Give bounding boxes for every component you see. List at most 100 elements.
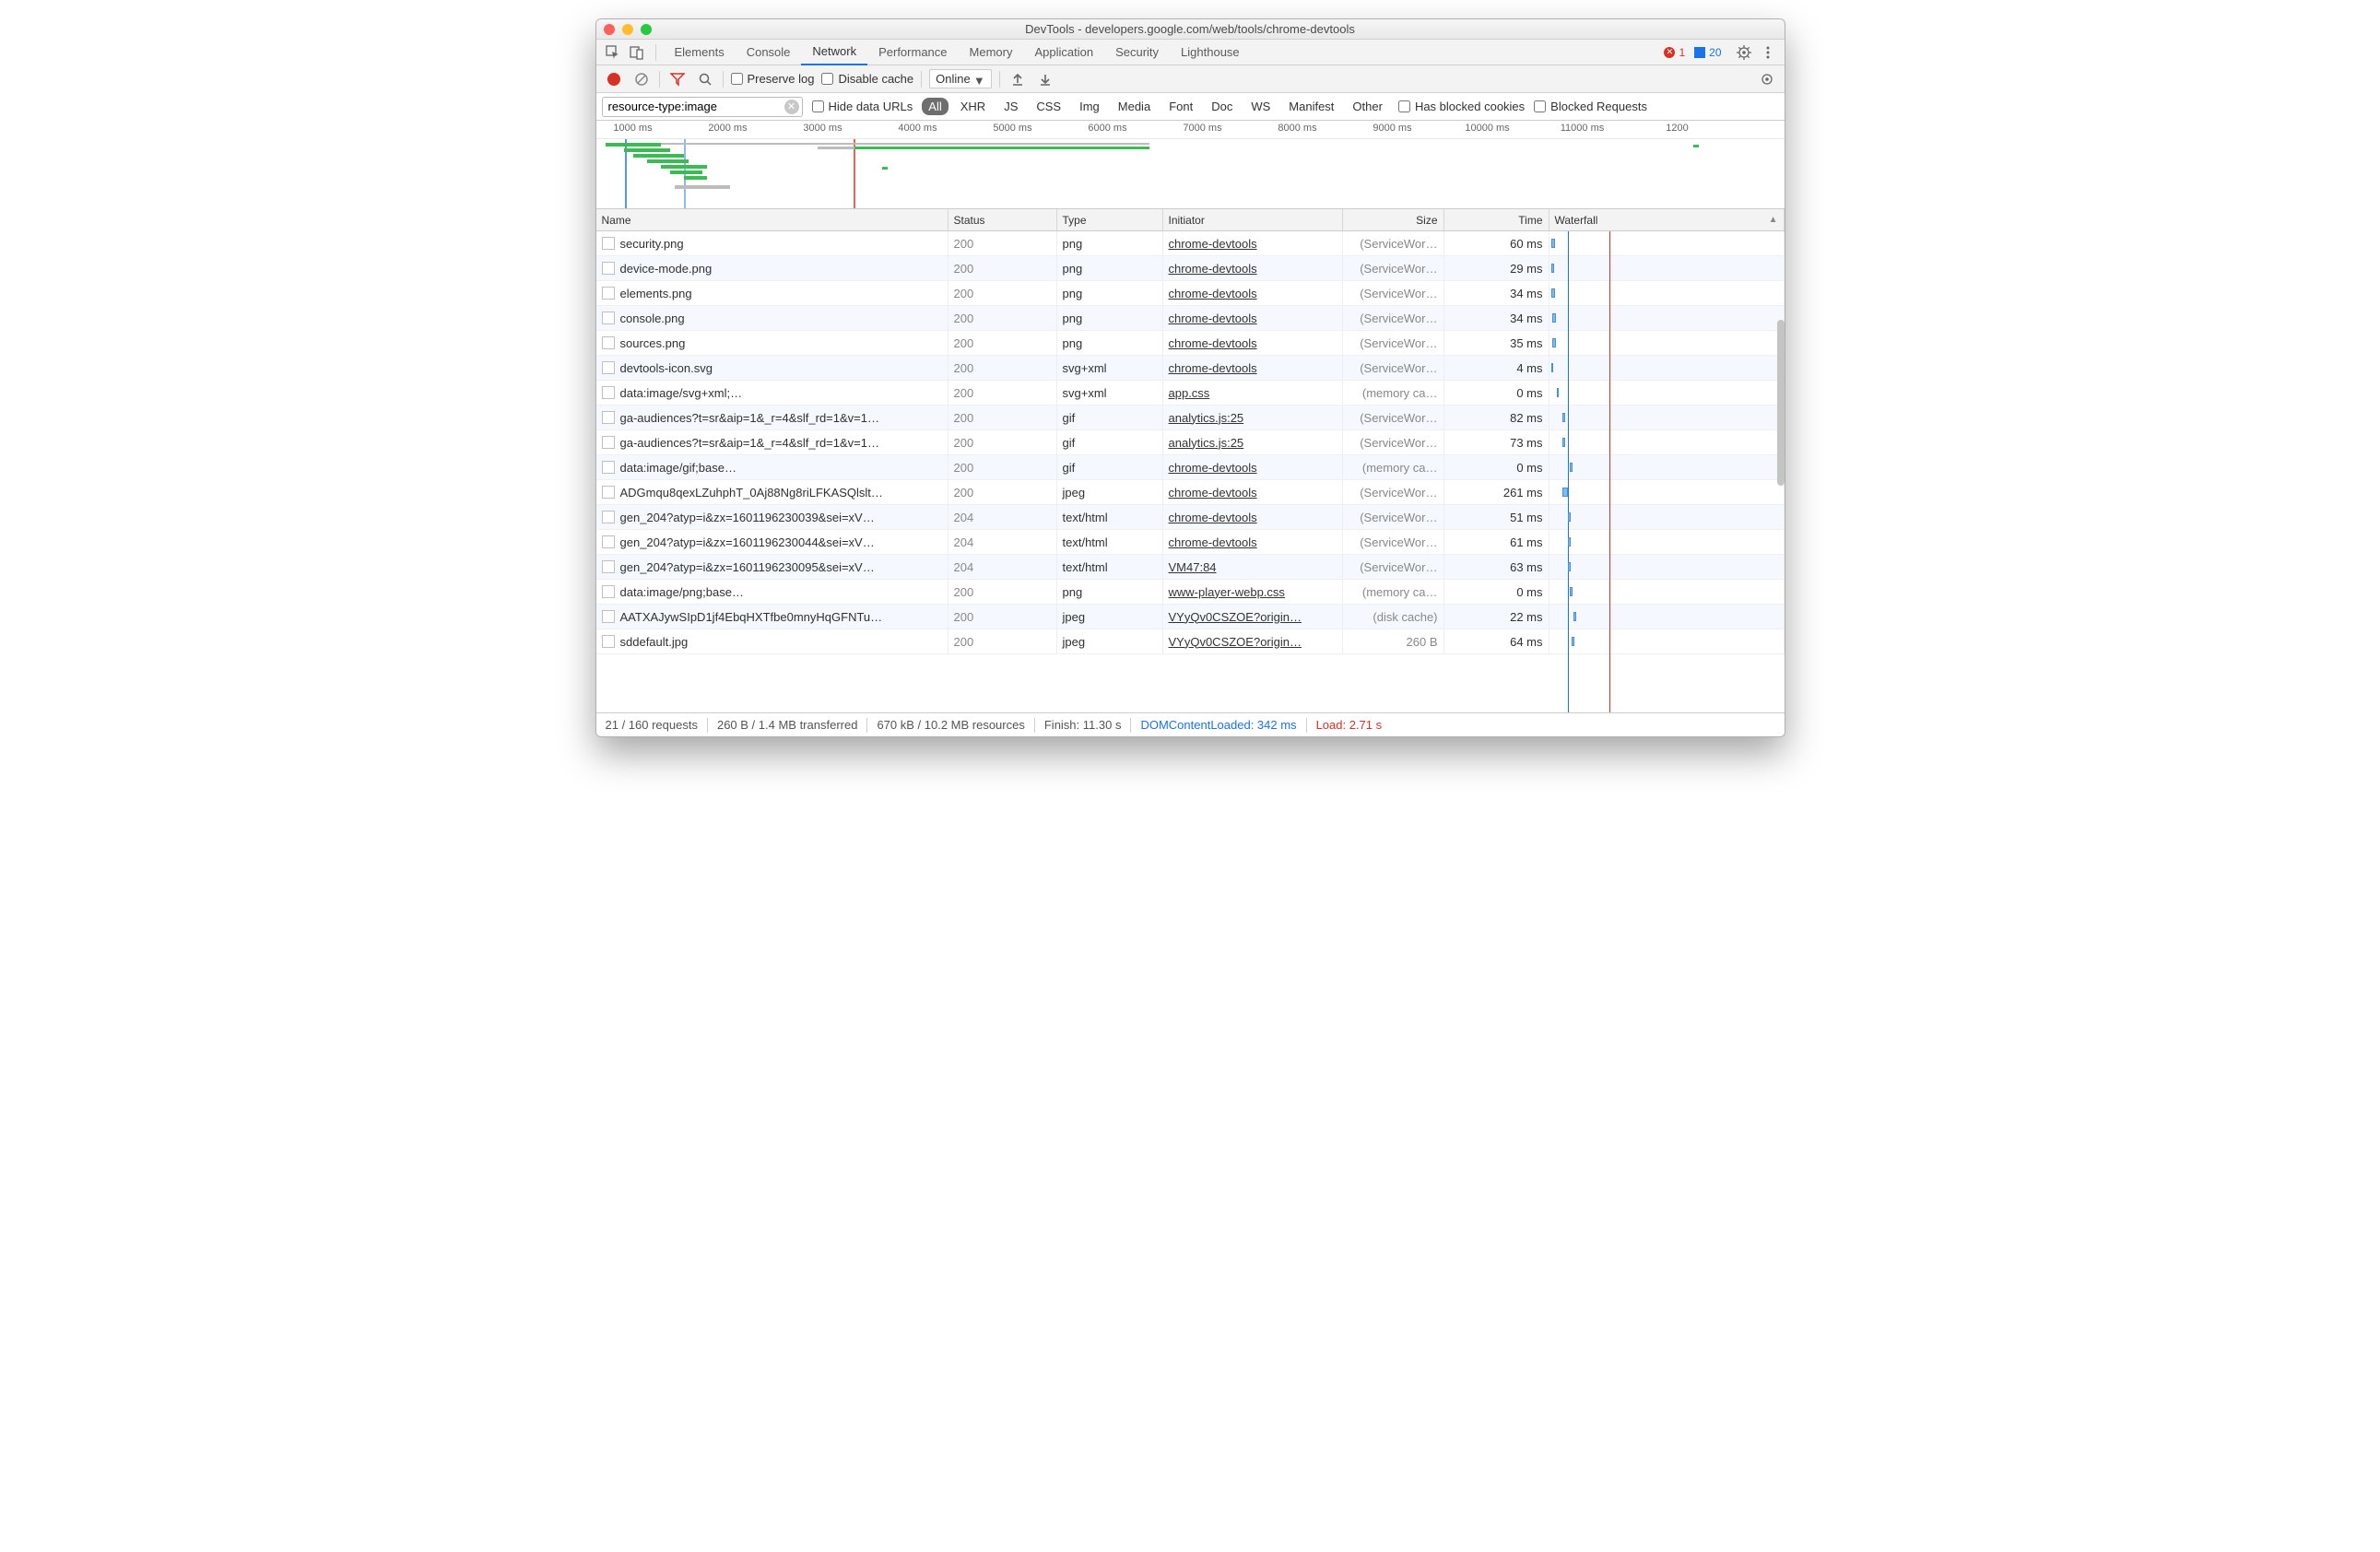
request-initiator[interactable]: VYyQv0CSZOE?origin… xyxy=(1163,629,1343,653)
request-initiator[interactable]: chrome-devtools xyxy=(1163,455,1343,479)
table-row[interactable]: data:image/svg+xml;…200svg+xmlapp.css(me… xyxy=(596,381,1785,406)
request-initiator[interactable]: chrome-devtools xyxy=(1163,306,1343,330)
request-initiator[interactable]: chrome-devtools xyxy=(1163,231,1343,255)
filter-type-xhr[interactable]: XHR xyxy=(954,98,992,115)
clear-filter-icon[interactable]: ✕ xyxy=(784,100,799,114)
request-initiator[interactable]: VYyQv0CSZOE?origin… xyxy=(1163,605,1343,629)
filter-type-img[interactable]: Img xyxy=(1073,98,1106,115)
request-initiator[interactable]: app.css xyxy=(1163,381,1343,405)
tab-security[interactable]: Security xyxy=(1104,40,1170,65)
throttling-value: Online xyxy=(936,72,971,86)
table-row[interactable]: sddefault.jpg200jpegVYyQv0CSZOE?origin…2… xyxy=(596,629,1785,654)
blocked-requests-checkbox[interactable]: Blocked Requests xyxy=(1534,100,1647,113)
table-row[interactable]: gen_204?atyp=i&zx=1601196230095&sei=xV…2… xyxy=(596,555,1785,580)
file-icon xyxy=(602,511,615,523)
more-icon[interactable] xyxy=(1757,41,1779,64)
column-initiator[interactable]: Initiator xyxy=(1163,209,1343,230)
tab-memory[interactable]: Memory xyxy=(959,40,1024,65)
request-type: svg+xml xyxy=(1057,356,1163,380)
column-waterfall[interactable]: Waterfall▲ xyxy=(1549,209,1785,230)
column-size[interactable]: Size xyxy=(1343,209,1444,230)
request-status: 200 xyxy=(948,605,1057,629)
import-har-icon[interactable] xyxy=(1007,69,1028,89)
overview-timeline[interactable]: 1000 ms2000 ms3000 ms4000 ms5000 ms6000 … xyxy=(596,121,1785,209)
request-initiator[interactable]: chrome-devtools xyxy=(1163,281,1343,305)
request-initiator[interactable]: chrome-devtools xyxy=(1163,480,1343,504)
throttling-select[interactable]: Online ▼ xyxy=(929,69,992,88)
table-row[interactable]: AATXAJywSIpD1jf4EbqHXTfbe0mnyHqGFNTu…200… xyxy=(596,605,1785,629)
search-icon[interactable] xyxy=(695,69,715,89)
request-initiator[interactable]: www-player-webp.css xyxy=(1163,580,1343,604)
tab-elements[interactable]: Elements xyxy=(664,40,736,65)
request-time: 29 ms xyxy=(1444,256,1549,280)
scrollbar[interactable] xyxy=(1777,320,1785,486)
table-row[interactable]: security.png200pngchrome-devtools(Servic… xyxy=(596,231,1785,256)
column-time[interactable]: Time xyxy=(1444,209,1549,230)
tab-lighthouse[interactable]: Lighthouse xyxy=(1170,40,1251,65)
request-initiator[interactable]: chrome-devtools xyxy=(1163,505,1343,529)
settings-icon[interactable] xyxy=(1733,41,1755,64)
request-name: ADGmqu8qexLZuhphT_0Aj88Ng8riLFKASQlslt… xyxy=(620,486,883,500)
window-close-button[interactable] xyxy=(604,24,615,35)
request-initiator[interactable]: chrome-devtools xyxy=(1163,331,1343,355)
tab-performance[interactable]: Performance xyxy=(867,40,958,65)
table-row[interactable]: console.png200pngchrome-devtools(Service… xyxy=(596,306,1785,331)
filter-type-ws[interactable]: WS xyxy=(1244,98,1277,115)
table-row[interactable]: ADGmqu8qexLZuhphT_0Aj88Ng8riLFKASQlslt… 2… xyxy=(596,480,1785,505)
tab-application[interactable]: Application xyxy=(1023,40,1104,65)
filter-icon[interactable] xyxy=(667,69,688,89)
request-waterfall xyxy=(1549,430,1785,454)
filter-type-doc[interactable]: Doc xyxy=(1205,98,1239,115)
request-initiator[interactable]: analytics.js:25 xyxy=(1163,430,1343,454)
table-row[interactable]: gen_204?atyp=i&zx=1601196230044&sei=xV…2… xyxy=(596,530,1785,555)
column-status[interactable]: Status xyxy=(948,209,1057,230)
filter-type-media[interactable]: Media xyxy=(1112,98,1157,115)
column-name[interactable]: Name xyxy=(596,209,948,230)
filter-bar: ✕ Hide data URLs All XHR JS CSS Img Media Font… xyxy=(596,93,1785,121)
has-blocked-cookies-checkbox[interactable]: Has blocked cookies xyxy=(1398,100,1525,113)
filter-type-other[interactable]: Other xyxy=(1346,98,1389,115)
request-size: (ServiceWor… xyxy=(1343,555,1444,579)
request-initiator[interactable]: chrome-devtools xyxy=(1163,530,1343,554)
request-time: 261 ms xyxy=(1444,480,1549,504)
request-type: jpeg xyxy=(1057,480,1163,504)
window-zoom-button[interactable] xyxy=(641,24,652,35)
column-type[interactable]: Type xyxy=(1057,209,1163,230)
hide-data-urls-checkbox[interactable]: Hide data URLs xyxy=(812,100,913,113)
error-icon: ✕ xyxy=(1664,47,1675,58)
request-initiator[interactable]: chrome-devtools xyxy=(1163,356,1343,380)
message-indicator[interactable]: 20 xyxy=(1694,46,1721,59)
window-minimize-button[interactable] xyxy=(622,24,633,35)
error-indicator[interactable]: ✕ 1 xyxy=(1664,46,1685,59)
tab-network[interactable]: Network xyxy=(801,40,867,65)
filter-type-font[interactable]: Font xyxy=(1162,98,1199,115)
filter-type-css[interactable]: CSS xyxy=(1030,98,1067,115)
request-name: gen_204?atyp=i&zx=1601196230095&sei=xV… xyxy=(620,560,875,574)
inspect-element-icon[interactable] xyxy=(602,41,624,64)
request-initiator[interactable]: chrome-devtools xyxy=(1163,256,1343,280)
export-har-icon[interactable] xyxy=(1035,69,1055,89)
tab-console[interactable]: Console xyxy=(736,40,802,65)
filter-input[interactable] xyxy=(602,97,803,117)
disable-cache-checkbox[interactable]: Disable cache xyxy=(821,72,913,86)
clear-button[interactable] xyxy=(631,69,652,89)
network-settings-icon[interactable] xyxy=(1757,69,1777,89)
table-row[interactable]: ga-audiences?t=sr&aip=1&_r=4&slf_rd=1&v=… xyxy=(596,406,1785,430)
table-row[interactable]: ga-audiences?t=sr&aip=1&_r=4&slf_rd=1&v=… xyxy=(596,430,1785,455)
table-row[interactable]: data:image/gif;base…200gifchrome-devtool… xyxy=(596,455,1785,480)
filter-type-all[interactable]: All xyxy=(922,98,948,115)
request-initiator[interactable]: analytics.js:25 xyxy=(1163,406,1343,429)
record-button[interactable] xyxy=(604,69,624,89)
device-toolbar-icon[interactable] xyxy=(626,41,648,64)
table-row[interactable]: devtools-icon.svg200svg+xmlchrome-devtoo… xyxy=(596,356,1785,381)
filter-type-js[interactable]: JS xyxy=(997,98,1024,115)
request-initiator[interactable]: VM47:84 xyxy=(1163,555,1343,579)
table-row[interactable]: elements.png200pngchrome-devtools(Servic… xyxy=(596,281,1785,306)
table-row[interactable]: data:image/png;base…200pngwww-player-web… xyxy=(596,580,1785,605)
preserve-log-checkbox[interactable]: Preserve log xyxy=(731,72,815,86)
file-icon xyxy=(602,336,615,349)
filter-type-manifest[interactable]: Manifest xyxy=(1282,98,1340,115)
table-row[interactable]: device-mode.png200pngchrome-devtools(Ser… xyxy=(596,256,1785,281)
table-row[interactable]: gen_204?atyp=i&zx=1601196230039&sei=xV…2… xyxy=(596,505,1785,530)
table-row[interactable]: sources.png200pngchrome-devtools(Service… xyxy=(596,331,1785,356)
